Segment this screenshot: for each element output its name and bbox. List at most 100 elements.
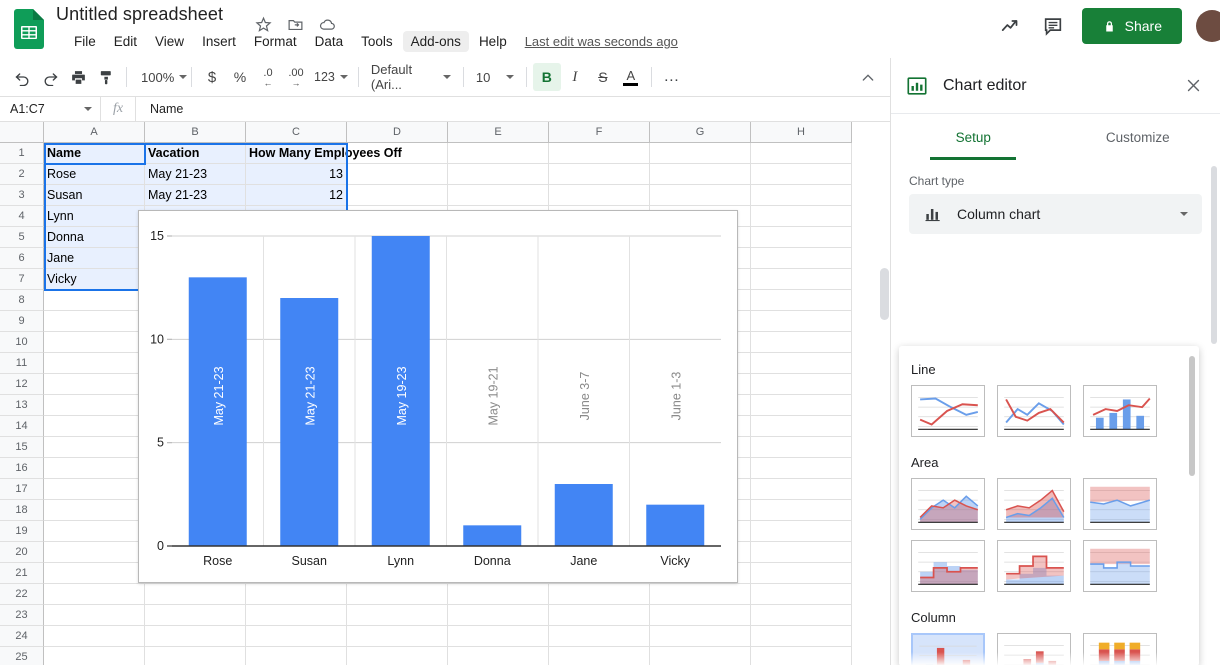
- cell-H11[interactable]: [751, 353, 852, 374]
- row-header-4[interactable]: 4: [0, 206, 44, 227]
- cell-E22[interactable]: [448, 584, 549, 605]
- cell-B25[interactable]: [145, 647, 246, 665]
- vertical-scrollbar[interactable]: [880, 268, 889, 320]
- row-header-7[interactable]: 7: [0, 269, 44, 290]
- cell-H21[interactable]: [751, 563, 852, 584]
- cell-A15[interactable]: [44, 437, 145, 458]
- cell-A24[interactable]: [44, 626, 145, 647]
- row-header-20[interactable]: 20: [0, 542, 44, 563]
- line-combo-column-thumb[interactable]: [1083, 385, 1157, 437]
- cell-A2[interactable]: Rose: [44, 164, 145, 185]
- cell-C24[interactable]: [246, 626, 347, 647]
- comment-icon[interactable]: [1040, 13, 1066, 39]
- font-size-selector[interactable]: 10: [470, 63, 520, 91]
- cell-A19[interactable]: [44, 521, 145, 542]
- cell-B22[interactable]: [145, 584, 246, 605]
- cell-F22[interactable]: [549, 584, 650, 605]
- menu-format[interactable]: Format: [246, 31, 305, 52]
- text-color-button[interactable]: A: [617, 63, 645, 91]
- cell-H9[interactable]: [751, 311, 852, 332]
- column-header-a[interactable]: A: [44, 122, 145, 143]
- cell-H10[interactable]: [751, 332, 852, 353]
- more-options-button[interactable]: …: [658, 63, 686, 91]
- cell-A14[interactable]: [44, 416, 145, 437]
- row-header-8[interactable]: 8: [0, 290, 44, 311]
- cell-H16[interactable]: [751, 458, 852, 479]
- row-header-23[interactable]: 23: [0, 605, 44, 626]
- bold-button[interactable]: B: [533, 63, 561, 91]
- cell-G2[interactable]: [650, 164, 751, 185]
- cell-A8[interactable]: [44, 290, 145, 311]
- user-avatar[interactable]: [1196, 10, 1220, 42]
- cell-H18[interactable]: [751, 500, 852, 521]
- paint-format-button[interactable]: [92, 63, 120, 91]
- cell-H22[interactable]: [751, 584, 852, 605]
- row-header-6[interactable]: 6: [0, 248, 44, 269]
- document-title[interactable]: Untitled spreadsheet: [56, 4, 223, 25]
- close-icon[interactable]: [1180, 73, 1206, 99]
- cell-D25[interactable]: [347, 647, 448, 665]
- menu-data[interactable]: Data: [307, 31, 352, 52]
- last-edit-status[interactable]: Last edit was seconds ago: [525, 34, 678, 49]
- cell-E3[interactable]: [448, 185, 549, 206]
- column-header-b[interactable]: B: [145, 122, 246, 143]
- row-header-14[interactable]: 14: [0, 416, 44, 437]
- row-header-19[interactable]: 19: [0, 521, 44, 542]
- cell-A23[interactable]: [44, 605, 145, 626]
- menu-help[interactable]: Help: [471, 31, 515, 52]
- cell-C23[interactable]: [246, 605, 347, 626]
- share-button[interactable]: Share: [1082, 8, 1182, 44]
- stepped-area-stacked-thumb[interactable]: [997, 540, 1071, 592]
- cell-H17[interactable]: [751, 479, 852, 500]
- row-header-9[interactable]: 9: [0, 311, 44, 332]
- cell-A11[interactable]: [44, 353, 145, 374]
- cell-E2[interactable]: [448, 164, 549, 185]
- cell-H13[interactable]: [751, 395, 852, 416]
- column-header-d[interactable]: D: [347, 122, 448, 143]
- more-formats-button[interactable]: 123: [310, 63, 352, 91]
- cell-C22[interactable]: [246, 584, 347, 605]
- cell-A13[interactable]: [44, 395, 145, 416]
- chart-bar-donna[interactable]: [463, 525, 521, 546]
- collapse-toolbar-button[interactable]: [856, 66, 880, 90]
- cell-F23[interactable]: [549, 605, 650, 626]
- cell-H5[interactable]: [751, 227, 852, 248]
- cell-H8[interactable]: [751, 290, 852, 311]
- cell-E23[interactable]: [448, 605, 549, 626]
- cell-A21[interactable]: [44, 563, 145, 584]
- cell-D1[interactable]: [347, 143, 448, 164]
- row-header-5[interactable]: 5: [0, 227, 44, 248]
- cell-B1[interactable]: Vacation: [145, 143, 246, 164]
- cell-A16[interactable]: [44, 458, 145, 479]
- cell-A1[interactable]: Name: [44, 143, 145, 164]
- currency-format-button[interactable]: $: [198, 63, 226, 91]
- cell-C3[interactable]: 12: [246, 185, 347, 206]
- cell-A18[interactable]: [44, 500, 145, 521]
- cell-G25[interactable]: [650, 647, 751, 665]
- cell-C1[interactable]: How Many Employees Off: [246, 143, 347, 164]
- cell-D3[interactable]: [347, 185, 448, 206]
- cell-C25[interactable]: [246, 647, 347, 665]
- cell-F3[interactable]: [549, 185, 650, 206]
- cell-F24[interactable]: [549, 626, 650, 647]
- menu-file[interactable]: File: [66, 31, 104, 52]
- cell-H24[interactable]: [751, 626, 852, 647]
- area-overlap-thumb[interactable]: [911, 478, 985, 530]
- cell-B2[interactable]: May 21-23: [145, 164, 246, 185]
- column-header-e[interactable]: E: [448, 122, 549, 143]
- row-header-24[interactable]: 24: [0, 626, 44, 647]
- row-header-17[interactable]: 17: [0, 479, 44, 500]
- cell-G1[interactable]: [650, 143, 751, 164]
- cell-G22[interactable]: [650, 584, 751, 605]
- cell-B23[interactable]: [145, 605, 246, 626]
- print-button[interactable]: [64, 63, 92, 91]
- cell-F25[interactable]: [549, 647, 650, 665]
- cell-D24[interactable]: [347, 626, 448, 647]
- activity-trend-icon[interactable]: [998, 13, 1024, 39]
- row-header-1[interactable]: 1: [0, 143, 44, 164]
- cell-A12[interactable]: [44, 374, 145, 395]
- cell-A22[interactable]: [44, 584, 145, 605]
- stepped-area-100-thumb[interactable]: [1083, 540, 1157, 592]
- select-all-corner[interactable]: [0, 122, 44, 143]
- cell-A3[interactable]: Susan: [44, 185, 145, 206]
